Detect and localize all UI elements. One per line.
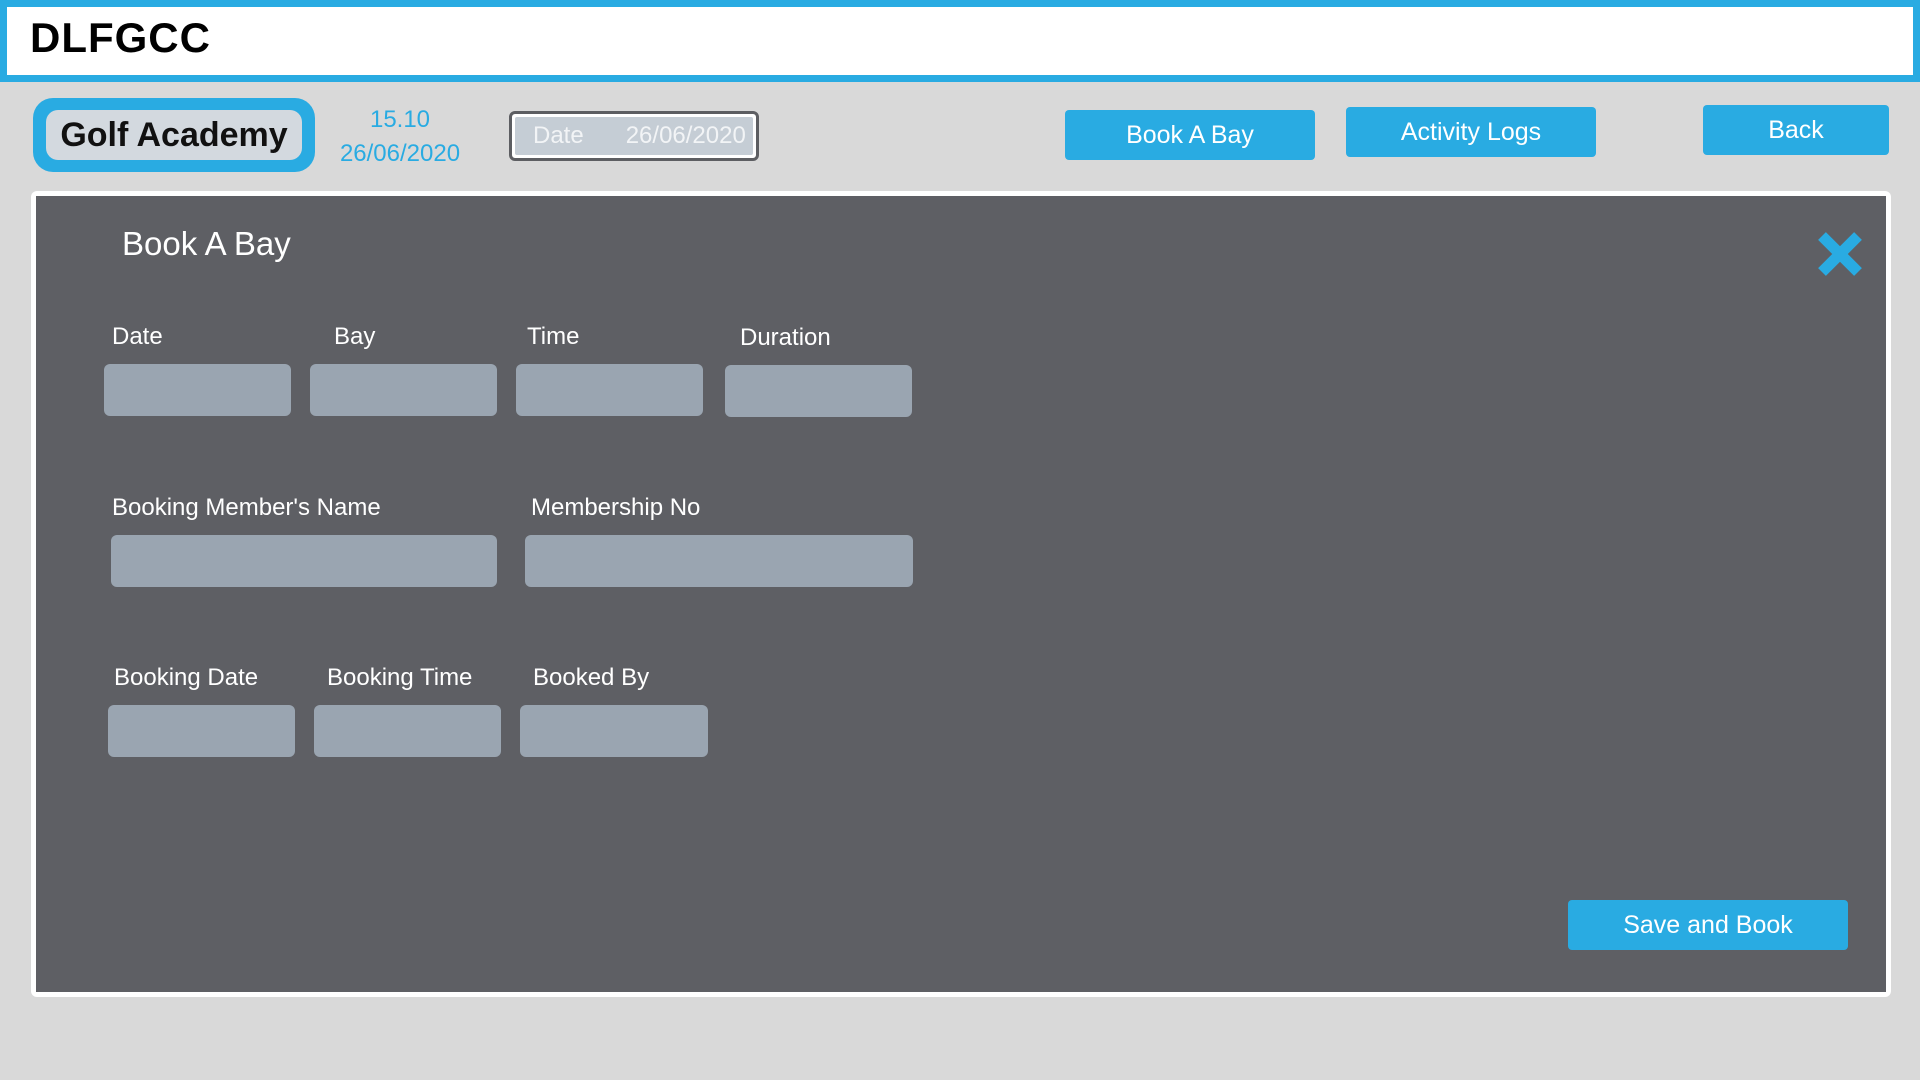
book-a-bay-button[interactable]: Book A Bay [1065,110,1315,160]
current-date-display: Date 26/06/2020 [509,111,759,161]
date-input[interactable] [104,364,291,416]
bay-label: Bay [334,323,376,350]
duration-input[interactable] [725,365,912,417]
back-button[interactable]: Back [1703,105,1889,155]
clock-time: 15.10 [369,106,431,133]
member-name-label: Booking Member's Name [112,494,381,521]
date-label: Date [112,323,163,350]
top-bar [0,0,1920,82]
current-date-label: Date [533,122,584,149]
booked-by-label: Booked By [533,664,650,691]
booking-date-label: Booking Date [114,664,259,691]
save-and-book-button[interactable]: Save and Book [1568,900,1848,950]
section-badge: Golf Academy [46,110,302,160]
close-x-icon [1818,232,1862,276]
booking-time-input[interactable] [314,705,501,757]
member-name-input[interactable] [111,535,497,587]
booked-by-input[interactable] [520,705,708,757]
current-date-value: 26/06/2020 [625,122,746,149]
time-label: Time [527,323,580,350]
app-title: DLFGCC [30,14,211,61]
membership-no-input[interactable] [525,535,913,587]
activity-logs-button[interactable]: Activity Logs [1346,107,1596,157]
panel-title: Book A Bay [122,225,291,262]
close-icon[interactable] [1812,226,1868,282]
membership-no-label: Membership No [531,494,701,521]
bay-input[interactable] [310,364,497,416]
time-input[interactable] [516,364,703,416]
booking-panel [36,196,1886,992]
booking-date-input[interactable] [108,705,295,757]
clock-date: 26/06/2020 [339,140,461,167]
booking-time-label: Booking Time [327,664,473,691]
duration-label: Duration [740,324,831,351]
